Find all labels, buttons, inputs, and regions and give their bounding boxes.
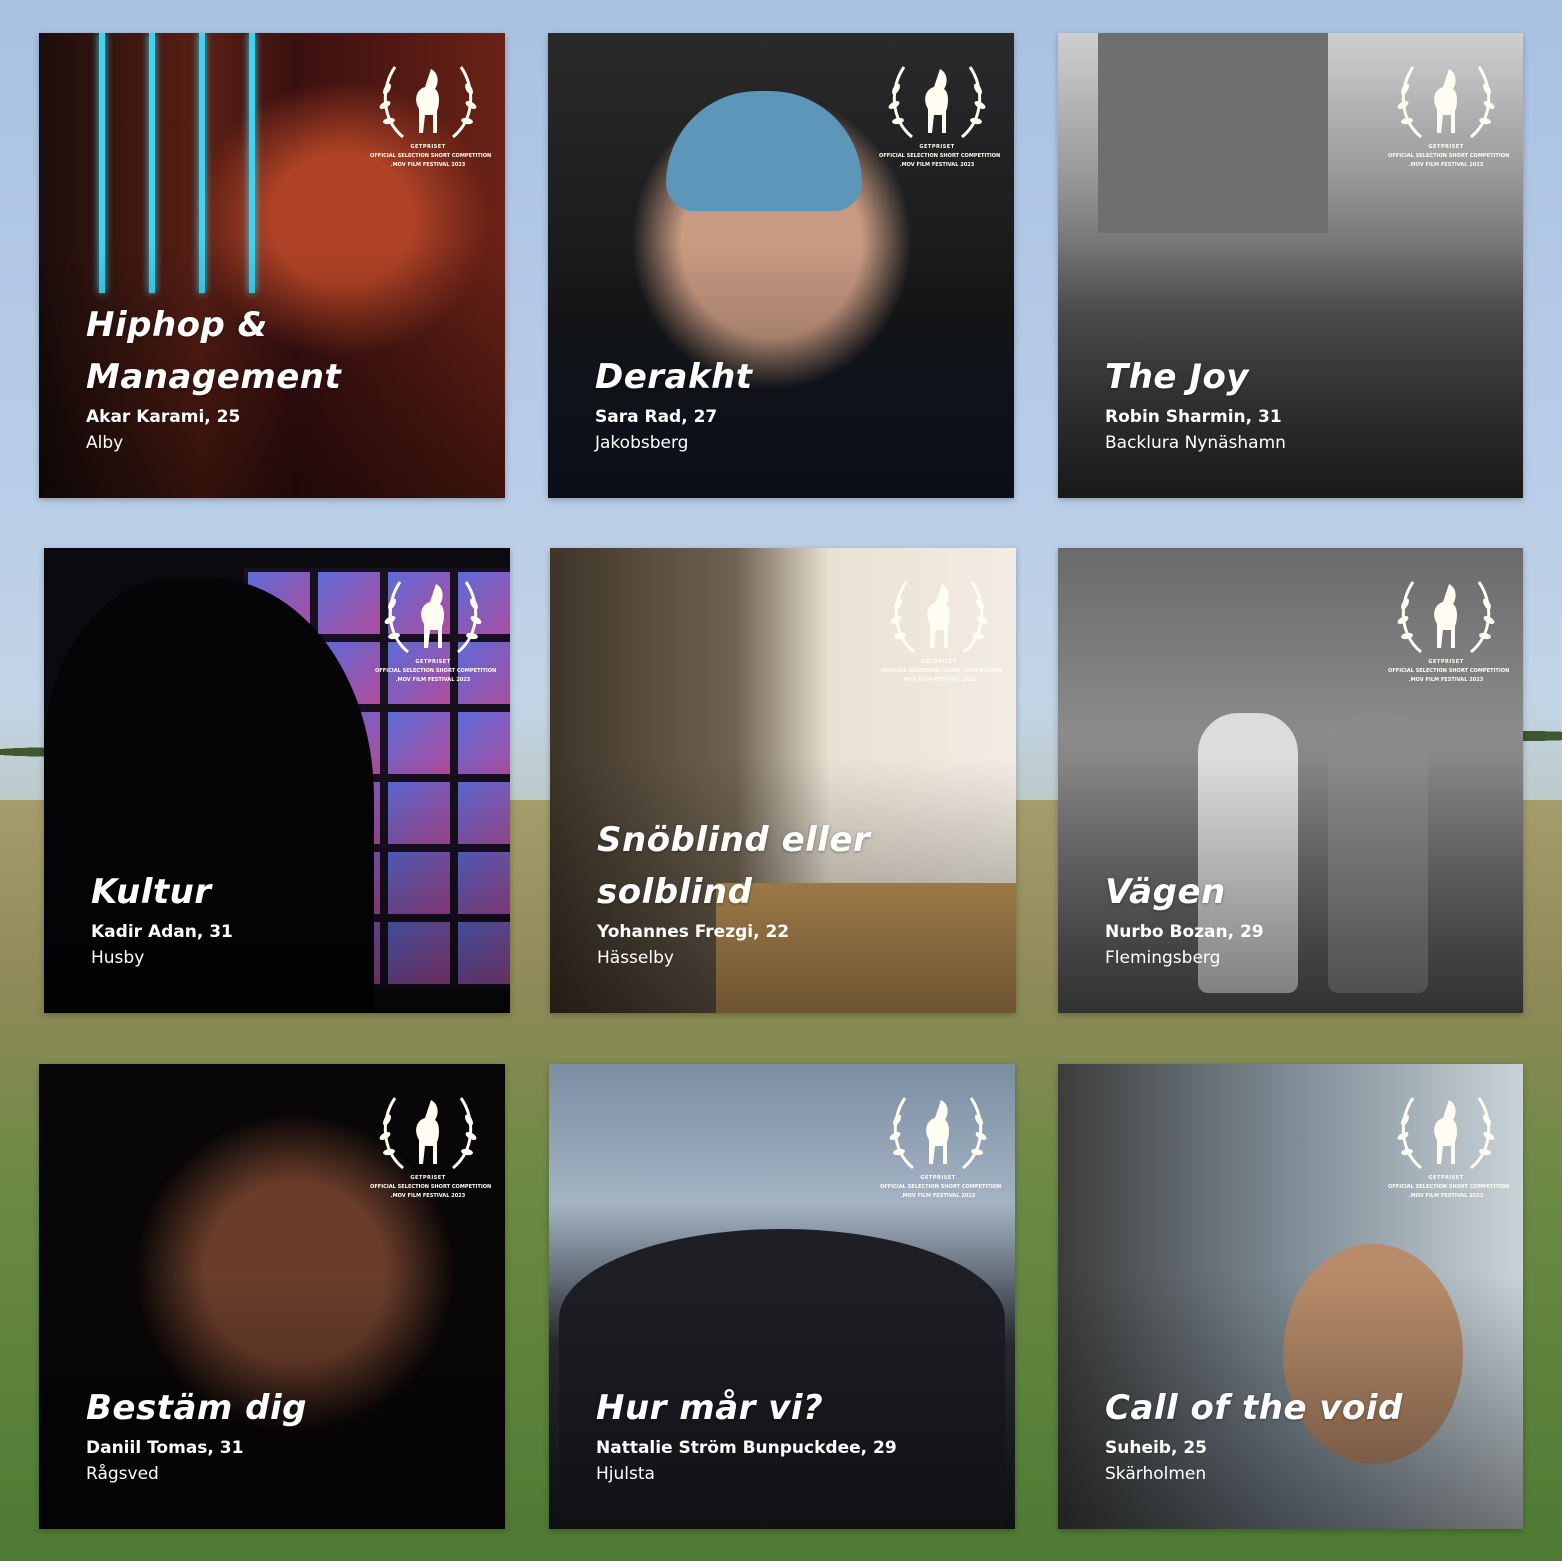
festival-laurel-icon: GETPRISET OFFICIAL SELECTION SHORT COMPE… (370, 1090, 492, 1200)
film-card-vagen[interactable]: GETPRISET OFFICIAL SELECTION SHORT COMPE… (1058, 548, 1523, 1013)
badge-top-text: GETPRISET (919, 144, 955, 150)
badge-bottom-text: .MOV FILM FESTIVAL 2023 (1408, 162, 1484, 168)
badge-top-text: GETPRISET (921, 659, 957, 665)
film-caption: Derakht Sara Rad, 27 Jakobsberg (595, 351, 994, 453)
goat-laurel-icon (384, 581, 482, 654)
film-caption: Hur mår vi? Nattalie Ström Bunpuckdee, 2… (596, 1382, 995, 1484)
badge-top-text: GETPRISET (410, 1175, 446, 1181)
badge-bottom-text: .MOV FILM FESTIVAL 2023 (1408, 1193, 1484, 1199)
badge-bottom-text: .MOV FILM FESTIVAL 2023 (390, 1193, 466, 1199)
film-author: Akar Karami, 25 (86, 407, 241, 427)
festival-laurel-icon: GETPRISET OFFICIAL SELECTION SHORT COMPE… (880, 1090, 1002, 1200)
festival-laurel-icon: GETPRISET OFFICIAL SELECTION SHORT COMPE… (1388, 59, 1510, 169)
festival-laurel-icon: GETPRISET OFFICIAL SELECTION SHORT COMPE… (370, 59, 492, 169)
badge-bottom-text: .MOV FILM FESTIVAL 2023 (899, 162, 975, 168)
film-card-kultur[interactable]: GETPRISET OFFICIAL SELECTION SHORT COMPE… (44, 548, 510, 1013)
film-caption: Hiphop & Management Akar Karami, 25 Alby (86, 299, 485, 453)
badge-top-text: GETPRISET (1428, 144, 1464, 150)
film-caption: The Joy Robin Sharmin, 31 Backlura Nynäs… (1105, 351, 1503, 453)
goat-laurel-icon (890, 581, 988, 654)
film-caption: Kultur Kadir Adan, 31 Husby (91, 866, 490, 968)
film-title: Hiphop & Management (86, 305, 342, 397)
film-author: Kadir Adan, 31 (91, 922, 233, 942)
film-author: Nurbo Bozan, 29 (1105, 922, 1264, 942)
film-caption: Snöblind eller solblind Yohannes Frezgi,… (597, 814, 996, 968)
badge-top-text: GETPRISET (1428, 1175, 1464, 1181)
film-title: Bestäm dig (86, 1388, 308, 1428)
festival-laurel-icon: GETPRISET OFFICIAL SELECTION SHORT COMPE… (1388, 1090, 1510, 1200)
film-place: Skärholmen (1105, 1464, 1207, 1484)
film-place: Hjulsta (596, 1464, 655, 1484)
badge-bottom-text: .MOV FILM FESTIVAL 2023 (395, 677, 471, 683)
goat-laurel-icon (379, 66, 477, 139)
film-card-the-joy[interactable]: GETPRISET OFFICIAL SELECTION SHORT COMPE… (1058, 33, 1523, 498)
film-place: Husby (91, 948, 145, 968)
film-place: Flemingsberg (1105, 948, 1221, 968)
film-card-bestam-dig[interactable]: GETPRISET OFFICIAL SELECTION SHORT COMPE… (39, 1064, 505, 1529)
film-place: Backlura Nynäshamn (1105, 433, 1286, 453)
film-title: The Joy (1105, 357, 1249, 397)
badge-middle-text: OFFICIAL SELECTION SHORT COMPETITION (880, 1184, 1002, 1190)
festival-laurel-icon: GETPRISET OFFICIAL SELECTION SHORT COMPE… (879, 59, 1001, 169)
film-place: Alby (86, 433, 124, 453)
goat-laurel-icon (888, 66, 986, 139)
film-title: Hur mår vi? (596, 1388, 824, 1428)
film-place: Jakobsberg (595, 433, 689, 453)
film-author: Suheib, 25 (1105, 1438, 1208, 1458)
film-title: Vägen (1105, 872, 1226, 912)
film-author: Nattalie Ström Bunpuckdee, 29 (596, 1438, 897, 1458)
film-title: Call of the void (1105, 1388, 1403, 1428)
goat-laurel-icon (1397, 1097, 1495, 1170)
film-card-hur-mar-vi[interactable]: GETPRISET OFFICIAL SELECTION SHORT COMPE… (549, 1064, 1015, 1529)
badge-middle-text: OFFICIAL SELECTION SHORT COMPETITION (1388, 1184, 1510, 1190)
film-caption: Vägen Nurbo Bozan, 29 Flemingsberg (1105, 866, 1503, 968)
badge-bottom-text: .MOV FILM FESTIVAL 2023 (390, 162, 466, 168)
badge-bottom-text: .MOV FILM FESTIVAL 2023 (900, 1193, 976, 1199)
badge-middle-text: OFFICIAL SELECTION SHORT COMPETITION (370, 1184, 492, 1190)
badge-bottom-text: .MOV FILM FESTIVAL 2023 (901, 677, 977, 683)
festival-laurel-icon: GETPRISET OFFICIAL SELECTION SHORT COMPE… (375, 574, 497, 684)
badge-middle-text: OFFICIAL SELECTION SHORT COMPETITION (1388, 153, 1510, 159)
film-author: Yohannes Frezgi, 22 (597, 922, 790, 942)
film-card-snoblind-eller-solblind[interactable]: GETPRISET OFFICIAL SELECTION SHORT COMPE… (550, 548, 1016, 1013)
badge-middle-text: OFFICIAL SELECTION SHORT COMPETITION (1388, 668, 1510, 674)
badge-middle-text: OFFICIAL SELECTION SHORT COMPETITION (370, 153, 492, 159)
badge-middle-text: OFFICIAL SELECTION SHORT COMPETITION (881, 668, 1003, 674)
goat-laurel-icon (1397, 581, 1495, 654)
film-author: Daniil Tomas, 31 (86, 1438, 244, 1458)
goat-laurel-icon (379, 1097, 477, 1170)
badge-middle-text: OFFICIAL SELECTION SHORT COMPETITION (879, 153, 1001, 159)
film-caption: Call of the void Suheib, 25 Skärholmen (1105, 1382, 1503, 1484)
film-author: Robin Sharmin, 31 (1105, 407, 1282, 427)
badge-top-text: GETPRISET (410, 144, 446, 150)
badge-bottom-text: .MOV FILM FESTIVAL 2023 (1408, 677, 1484, 683)
film-card-derakht[interactable]: GETPRISET OFFICIAL SELECTION SHORT COMPE… (548, 33, 1014, 498)
badge-middle-text: OFFICIAL SELECTION SHORT COMPETITION (375, 668, 497, 674)
film-caption: Bestäm dig Daniil Tomas, 31 Rågsved (86, 1382, 485, 1484)
film-title: Snöblind eller solblind (597, 820, 871, 912)
film-author: Sara Rad, 27 (595, 407, 718, 427)
festival-laurel-icon: GETPRISET OFFICIAL SELECTION SHORT COMPE… (1388, 574, 1510, 684)
film-title: Kultur (91, 872, 212, 912)
goat-laurel-icon (1397, 66, 1495, 139)
badge-top-text: GETPRISET (1428, 659, 1464, 665)
badge-top-text: GETPRISET (920, 1175, 956, 1181)
film-place: Hässelby (597, 948, 674, 968)
badge-top-text: GETPRISET (415, 659, 451, 665)
film-card-hiphop-management[interactable]: GETPRISET OFFICIAL SELECTION SHORT COMPE… (39, 33, 505, 498)
film-place: Rågsved (86, 1464, 159, 1484)
goat-laurel-icon (889, 1097, 987, 1170)
film-title: Derakht (595, 357, 753, 397)
festival-laurel-icon: GETPRISET OFFICIAL SELECTION SHORT COMPE… (881, 574, 1003, 684)
film-card-call-of-the-void[interactable]: GETPRISET OFFICIAL SELECTION SHORT COMPE… (1058, 1064, 1523, 1529)
